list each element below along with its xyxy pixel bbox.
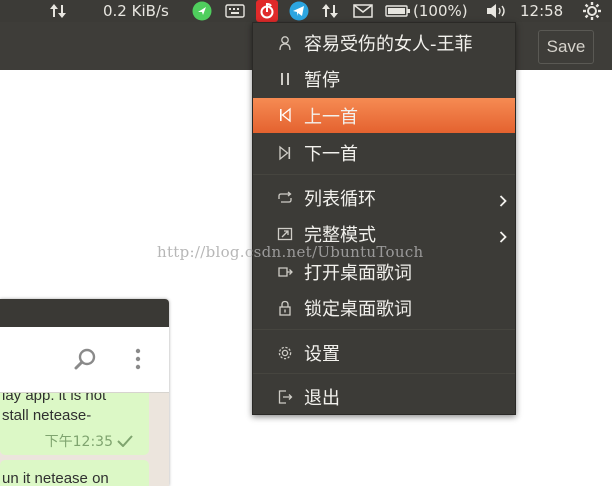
top-panel: 0.2 KiB/s (100%) 12:58 — [0, 0, 612, 22]
clock[interactable]: 12:58 — [520, 0, 563, 22]
message-bubble-outgoing[interactable]: un it netease on — [0, 460, 149, 486]
menu-separator — [253, 373, 515, 374]
message-timestamp: 下午12:35 — [44, 434, 113, 450]
menu-item-label: 设置 — [304, 344, 340, 365]
chevron-right-icon — [499, 228, 507, 247]
exit-icon — [277, 389, 293, 405]
mail-icon[interactable] — [353, 0, 373, 22]
chat-toolbar — [0, 327, 169, 393]
more-options-icon[interactable] — [134, 348, 142, 374]
menu-item-next[interactable]: 下一首 — [253, 136, 515, 170]
menu-item-label: 退出 — [304, 388, 340, 409]
session-gear-icon[interactable] — [582, 0, 602, 22]
menu-separator — [253, 174, 515, 175]
save-button[interactable]: Save — [538, 30, 594, 64]
volume-icon[interactable] — [485, 0, 507, 22]
battery-icon[interactable] — [385, 0, 411, 22]
whatsapp-indicator-icon[interactable] — [192, 0, 212, 22]
menu-item-label: 暂停 — [304, 70, 340, 91]
keyboard-icon[interactable] — [225, 0, 245, 22]
menu-item-repeat-mode[interactable]: 列表循环 — [253, 181, 515, 215]
network-transfer-icon[interactable] — [48, 0, 68, 22]
menu-item-previous[interactable]: 上一首 — [253, 98, 515, 133]
network-speed-indicator[interactable]: 0.2 KiB/s — [103, 0, 169, 22]
chat-window: lay app. it is not stall netease- 下午12:3… — [0, 299, 169, 486]
watermark: http://blog.csdn.net/UbuntuTouch — [157, 243, 424, 261]
gear-icon — [277, 345, 293, 361]
menu-item-pause[interactable]: 暂停 — [253, 62, 515, 96]
battery-percentage[interactable]: (100%) — [413, 0, 468, 22]
repeat-icon — [277, 190, 293, 206]
expand-icon — [277, 226, 293, 242]
menu-item-label: 上一首 — [304, 106, 358, 128]
message-text-line: un it netease on — [2, 470, 109, 486]
menu-item-label: 锁定桌面歌词 — [304, 299, 412, 320]
menu-separator — [253, 329, 515, 330]
menu-item-quit[interactable]: 退出 — [253, 380, 515, 414]
message-bubble-outgoing[interactable]: lay app. it is not stall netease- 下午12:3… — [0, 393, 149, 455]
menu-item-lock-lyrics[interactable]: 锁定桌面歌词 — [253, 291, 515, 325]
skip-previous-icon — [277, 107, 293, 123]
search-icon[interactable] — [74, 347, 98, 375]
skip-next-icon — [277, 145, 293, 161]
telegram-icon[interactable] — [289, 0, 309, 22]
menu-item-label: 打开桌面歌词 — [304, 263, 412, 284]
menu-item-current-song[interactable]: 容易受伤的女人-王菲 — [253, 26, 515, 60]
netease-music-menu: 容易受伤的女人-王菲 暂停 上一首 下一首 列表循环 完整模式 打开桌面歌词 锁… — [252, 22, 516, 415]
lyrics-icon — [277, 264, 293, 280]
message-text-line: stall netease- — [2, 407, 92, 424]
netease-music-icon[interactable] — [256, 0, 278, 22]
chevron-right-icon — [499, 192, 507, 211]
lock-icon — [277, 300, 293, 316]
menu-item-settings[interactable]: 设置 — [253, 336, 515, 370]
check-icon — [117, 434, 133, 451]
chat-titlebar[interactable] — [0, 299, 169, 327]
data-transfer-icon[interactable] — [320, 0, 340, 22]
menu-item-label: 下一首 — [304, 144, 358, 165]
menu-item-label: 容易受伤的女人-王菲 — [304, 34, 473, 55]
user-icon — [277, 35, 293, 51]
menu-item-label: 列表循环 — [304, 189, 376, 210]
pause-icon — [277, 71, 293, 87]
